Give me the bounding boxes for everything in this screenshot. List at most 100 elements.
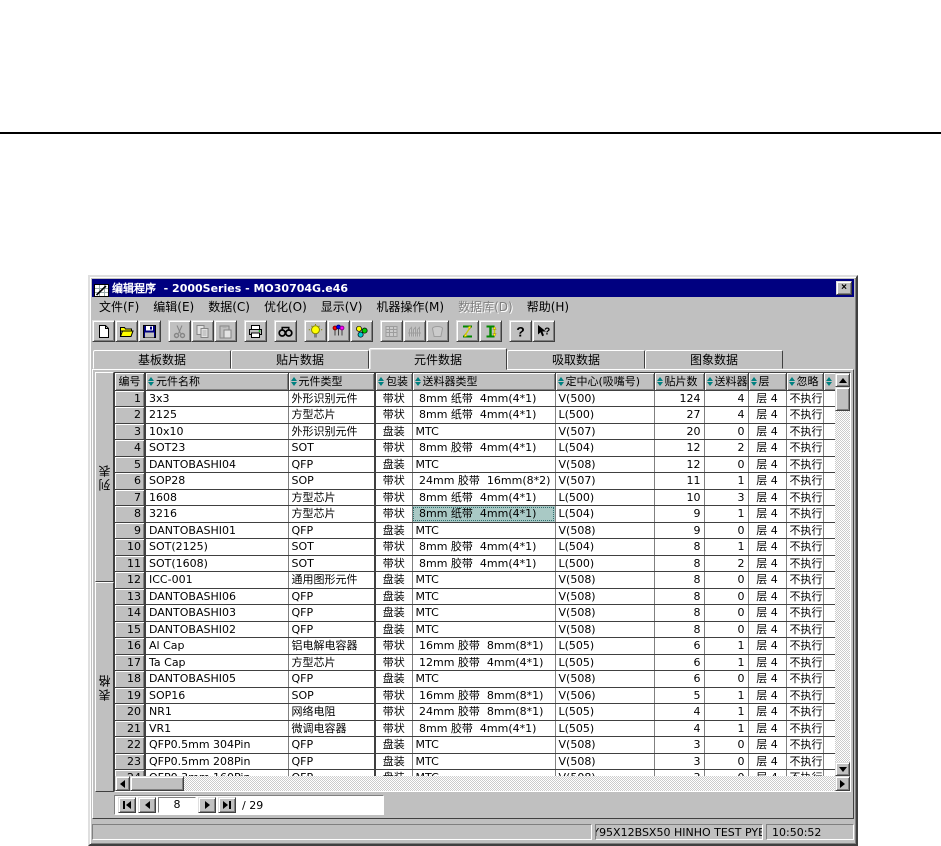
row-number-cell[interactable]: 10 [115, 538, 146, 556]
cell[interactable]: QFP [288, 753, 376, 770]
cell[interactable]: 方型芯片 [288, 654, 376, 671]
tab-image-data[interactable]: 图象数据 [645, 350, 783, 369]
cell[interactable]: 带状 [375, 687, 413, 704]
row-number-cell[interactable]: 16 [115, 637, 146, 655]
cell[interactable]: L(505) [555, 654, 655, 671]
cell[interactable]: MTC [412, 753, 556, 770]
row-number-cell[interactable]: 5 [115, 456, 146, 473]
cell[interactable]: V(508) [555, 670, 655, 688]
row-number-cell[interactable]: 21 [115, 720, 146, 737]
column-header-1[interactable]: 元件名称 [145, 373, 289, 391]
cell[interactable]: VR1 [145, 720, 289, 737]
cell[interactable]: 层 4 [748, 687, 787, 704]
cell[interactable]: 层 4 [748, 753, 787, 770]
cell[interactable]: 层 4 [748, 637, 787, 655]
row-number-cell[interactable]: 3 [115, 423, 146, 440]
cell[interactable]: 8 [654, 538, 705, 556]
row-number-cell[interactable]: 2 [115, 406, 146, 424]
cell[interactable]: V(508) [555, 571, 655, 589]
cell[interactable]: 带状 [375, 439, 413, 457]
cell[interactable]: 盘装 [375, 522, 413, 539]
column-header-3[interactable]: 包装 [375, 373, 413, 391]
cell[interactable]: MTC [412, 571, 556, 589]
scroll-down-button[interactable] [835, 762, 850, 776]
cell[interactable]: 1 [704, 703, 749, 721]
selected-cell[interactable]: 8mm 纸带 4mm(4*1) [412, 505, 556, 523]
help-button[interactable]: ? [509, 320, 532, 342]
cell[interactable]: 不执行 [786, 406, 824, 424]
cell[interactable]: 盘装 [375, 621, 413, 638]
column-header-4[interactable]: 送料器类型 [412, 373, 556, 391]
cell[interactable]: 0 [704, 588, 749, 605]
cell[interactable]: DANTOBASHI02 [145, 621, 289, 638]
column-header-2[interactable]: 元件类型 [288, 373, 376, 391]
cell[interactable]: 带状 [375, 505, 413, 523]
cell[interactable]: 0 [704, 604, 749, 622]
cell[interactable]: QFP0.5mm 304Pin [145, 736, 289, 754]
cell[interactable]: 网络电阻 [288, 703, 376, 721]
cell[interactable]: 8 [654, 621, 705, 638]
cell[interactable]: 带状 [375, 489, 413, 506]
horizontal-scrollbar-thumb[interactable] [130, 776, 184, 791]
cell[interactable]: 盘装 [375, 604, 413, 622]
pins-button[interactable] [327, 320, 350, 342]
cell[interactable]: QFP [288, 588, 376, 605]
previous-record-button[interactable] [138, 797, 156, 813]
cell[interactable]: 层 4 [748, 505, 787, 523]
cell[interactable]: 层 4 [748, 703, 787, 721]
cell[interactable]: 不执行 [786, 703, 824, 721]
cell[interactable]: SOT(1608) [145, 555, 289, 572]
cell[interactable]: 微调电容器 [288, 720, 376, 737]
cell[interactable]: MTC [412, 423, 556, 440]
cell[interactable]: DANTOBASHI03 [145, 604, 289, 622]
balls-button[interactable] [350, 320, 373, 342]
cell[interactable]: 带状 [375, 637, 413, 655]
cell[interactable]: 0 [704, 621, 749, 638]
cell[interactable]: L(500) [555, 555, 655, 572]
cell[interactable]: 8 [654, 571, 705, 589]
cell[interactable]: 27 [654, 406, 705, 424]
cell[interactable]: DANTOBASHI06 [145, 588, 289, 605]
cell[interactable]: 层 4 [748, 439, 787, 457]
cell[interactable]: 5 [654, 687, 705, 704]
cell[interactable]: L(504) [555, 439, 655, 457]
row-number-cell[interactable]: 17 [115, 654, 146, 671]
bulb-button[interactable] [304, 320, 327, 342]
cell[interactable]: 2125 [145, 406, 289, 424]
cell[interactable]: 6 [654, 654, 705, 671]
scroll-up-button[interactable] [835, 373, 850, 387]
scroll-right-button[interactable] [835, 776, 850, 791]
column-header-stub[interactable] [823, 373, 835, 391]
cell[interactable]: 带状 [375, 720, 413, 737]
cell[interactable]: 1 [704, 687, 749, 704]
cell[interactable]: 12 [654, 439, 705, 457]
cell[interactable]: L(504) [555, 538, 655, 556]
cell[interactable]: 8mm 纸带 4mm(4*1) [412, 406, 556, 424]
cell[interactable]: SOP16 [145, 687, 289, 704]
row-number-cell[interactable]: 14 [115, 604, 146, 622]
cell[interactable]: MTC [412, 588, 556, 605]
cell[interactable]: 6 [654, 670, 705, 688]
cell[interactable]: 层 4 [748, 423, 787, 440]
row-number-cell[interactable]: 9 [115, 522, 146, 539]
tab-component-data[interactable]: 元件数据 [369, 348, 507, 370]
cell[interactable]: 不执行 [786, 472, 824, 490]
cell[interactable]: 3 [654, 736, 705, 754]
cell[interactable]: 层 4 [748, 604, 787, 622]
cell[interactable]: SOT(2125) [145, 538, 289, 556]
column-header-9[interactable]: 忽略 [786, 373, 824, 391]
i-beam-button[interactable] [479, 320, 502, 342]
menu-item-optimize[interactable]: 优化(O) [257, 297, 314, 316]
cell[interactable]: 盘装 [375, 753, 413, 770]
cell[interactable]: 不执行 [786, 637, 824, 655]
cell[interactable]: NR1 [145, 703, 289, 721]
cell[interactable]: SOT [288, 439, 376, 457]
cell[interactable]: 外形识别元件 [288, 390, 376, 407]
cell[interactable]: 12mm 胶带 4mm(4*1) [412, 654, 556, 671]
cell[interactable]: 8 [654, 604, 705, 622]
close-button[interactable]: × [836, 281, 852, 295]
menu-item-view[interactable]: 显示(V) [314, 297, 370, 316]
row-number-cell[interactable]: 4 [115, 439, 146, 457]
cell[interactable]: V(507) [555, 423, 655, 440]
cell[interactable]: 10 [654, 489, 705, 506]
